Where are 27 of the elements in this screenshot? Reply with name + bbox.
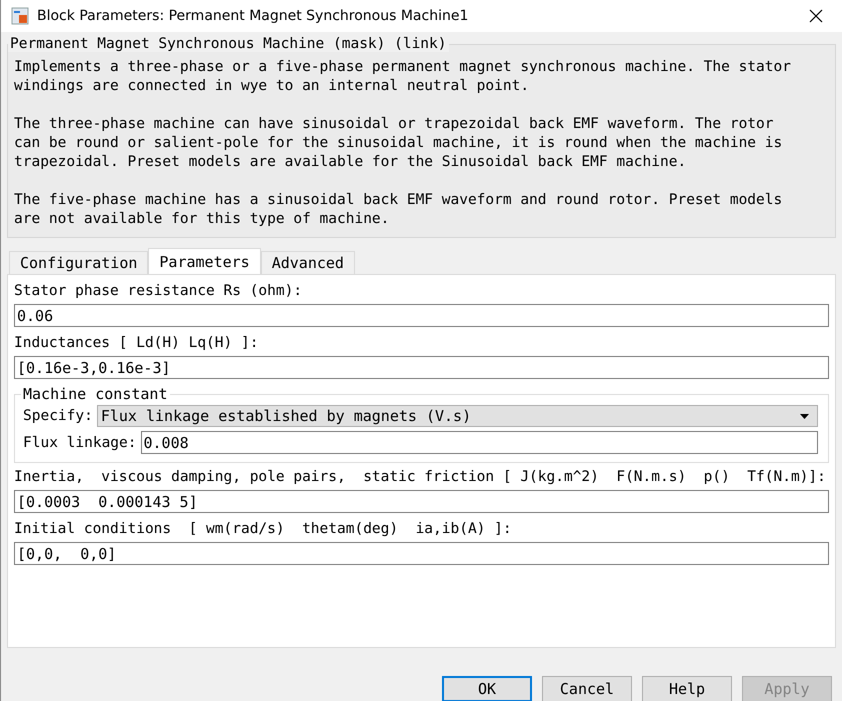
- description-text: Implements a three-phase or a five-phase permanent magnet synchronous machine. The stator windings are connected in wye to an internal neutral point.: [14, 58, 792, 96]
- close-icon: [809, 9, 823, 23]
- block-title: Permanent Magnet Synchronous Machine (mask) (link): [8, 36, 448, 52]
- field-label: Flux linkage:: [23, 434, 136, 452]
- tab[interactable]: Parameters: [148, 248, 261, 274]
- dialog-button[interactable]: OK: [442, 676, 532, 701]
- window-title: Block Parameters: Permanent Magnet Synchronous Machine1: [37, 8, 470, 24]
- description-text: The three-phase machine can have sinusoidal or trapezoidal back EMF waveform. The rotor can be round or salient-pole for the sinusoidal machine, it is round when the machine is trapezoidal. Preset models are available for the Sinusoidal back EMF machine.: [14, 115, 784, 172]
- tab[interactable]: Advanced: [260, 251, 355, 274]
- dropdown[interactable]: Flux linkage established by magnets (V.s): [96, 405, 818, 427]
- caret-icon: [800, 414, 809, 418]
- field-label: Specify:: [23, 407, 93, 426]
- field-label: Inertia, viscous damping, pole pairs, static friction [ J(kg.m^2) F(N.m.s) p() Tf(N.m)]:: [14, 468, 827, 487]
- dialog-button[interactable]: Help: [642, 676, 732, 701]
- dialog-button[interactable]: Cancel: [542, 676, 632, 701]
- input-field[interactable]: 0.008: [140, 431, 818, 454]
- input-field[interactable]: [0.16e-3,0.16e-3]: [14, 356, 829, 379]
- group-title: Machine constant: [22, 385, 168, 403]
- input-field[interactable]: [0.0003 0.000143 5]: [14, 490, 829, 513]
- field-label: Initial conditions [ wm(rad/s) thetam(deg) ia,ib(A) ]:: [14, 520, 513, 539]
- field-label: Inductances [ Ld(H) Lq(H) ]:: [14, 334, 260, 353]
- tab[interactable]: Configuration: [9, 251, 148, 274]
- description-text: The five-phase machine has a sinusoidal back EMF waveform and round rotor. Preset models are not available for this type of machine.: [14, 191, 784, 229]
- block-icon: [11, 7, 29, 25]
- input-field[interactable]: [0,0, 0,0]: [14, 542, 829, 565]
- field-label: Stator phase resistance Rs (ohm):: [14, 282, 304, 301]
- input-field[interactable]: 0.06: [14, 304, 829, 327]
